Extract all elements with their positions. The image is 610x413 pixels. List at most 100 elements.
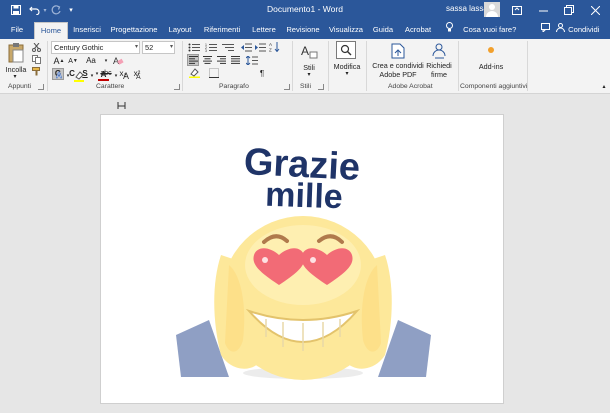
svg-text:A: A (136, 74, 141, 80)
chevron-down-icon: ▾ (169, 44, 173, 50)
mille-text: mille (265, 176, 344, 217)
tab-help[interactable]: Guida (371, 22, 395, 39)
editing-dropdown-icon[interactable]: ▾ (343, 70, 351, 79)
clipboard-dialog-launcher[interactable] (38, 84, 44, 90)
clear-formatting-icon[interactable]: A (112, 55, 124, 67)
request-signatures-icon[interactable] (431, 42, 447, 59)
share-label: Condividi (568, 25, 600, 34)
ribbon: Incolla ▾ Appunti Century Gothic ▾ 52 ▾ … (0, 39, 610, 94)
tab-file[interactable]: File (4, 22, 30, 39)
font-color-dropdown[interactable]: ▾ (110, 70, 122, 82)
shrink-font-button[interactable]: A▼ (67, 55, 79, 67)
tab-layout[interactable]: Layout (166, 22, 194, 39)
create-share-pdf-line1[interactable]: Crea e condividi (370, 61, 426, 70)
collapse-ribbon-icon[interactable]: ▴ (600, 83, 608, 92)
font-group-label: Carattere (96, 83, 125, 90)
svg-text:A: A (301, 44, 309, 58)
tab-home[interactable]: Home (34, 22, 68, 39)
adobe-acrobat-group-label: Adobe Acrobat (388, 83, 433, 90)
font-size-up-icon[interactable]: A (122, 70, 134, 82)
highlight-button[interactable] (72, 70, 86, 82)
font-color-button[interactable]: A (97, 69, 110, 81)
styles-dropdown-icon[interactable]: ▾ (305, 71, 313, 80)
font-size-down-icon[interactable]: A (134, 70, 146, 82)
user-avatar[interactable] (484, 2, 500, 17)
share-button[interactable]: Condividi (556, 22, 599, 38)
tab-references[interactable]: Riferimenti (199, 22, 245, 39)
borders-icon[interactable] (207, 67, 221, 79)
font-dialog-launcher[interactable] (174, 84, 180, 90)
increase-indent-icon[interactable] (254, 42, 266, 52)
title-bar: ▾ ▾ Documento1 - Word sassa lassa (0, 0, 610, 20)
tab-view[interactable]: Visualizza (326, 22, 366, 39)
add-ins-group-label: Componenti aggiuntivi (460, 83, 528, 90)
tell-me-search[interactable]: Cosa vuoi fare? (446, 22, 516, 38)
user-name[interactable]: sassa lassa (446, 4, 488, 13)
change-case-dropdown[interactable]: ▾ (100, 55, 112, 67)
decrease-indent-icon[interactable] (240, 42, 252, 52)
copy-icon[interactable] (31, 54, 41, 64)
styles-dialog-launcher[interactable] (318, 84, 324, 90)
sort-icon[interactable]: AZ (268, 42, 280, 52)
group-separator (292, 41, 293, 91)
styles-group-label: Stili (300, 83, 311, 90)
svg-text:A: A (269, 42, 272, 47)
clipboard-group-label: Appunti (8, 83, 32, 90)
grow-font-button[interactable]: A▲ (53, 55, 65, 67)
add-ins-label[interactable]: Add-ins (470, 62, 512, 71)
tab-acrobat[interactable]: Acrobat (402, 22, 434, 39)
group-separator (458, 41, 459, 91)
group-separator (328, 41, 329, 91)
shading-icon[interactable] (187, 67, 201, 79)
thank-you-image: Grazie mille (176, 141, 431, 380)
align-right-icon[interactable] (215, 54, 227, 66)
show-formatting-marks-button[interactable]: ¶ (258, 69, 266, 78)
bullets-icon[interactable] (187, 42, 201, 52)
group-separator (527, 41, 528, 91)
tab-review[interactable]: Revisione (284, 22, 322, 39)
font-size-combo[interactable]: 52 ▾ (142, 41, 175, 54)
svg-text:A: A (123, 71, 129, 80)
paragraph-dialog-launcher[interactable] (284, 84, 290, 90)
tab-design[interactable]: Progettazione (108, 22, 160, 39)
request-signatures-line1[interactable]: Richiedi (424, 61, 454, 70)
add-ins-icon[interactable] (486, 45, 496, 55)
chevron-down-icon: ▾ (134, 44, 138, 50)
numbering-icon[interactable]: 123 (204, 42, 218, 52)
paragraph-group-label: Paragrafo (219, 83, 249, 90)
tell-me-label: Cosa vuoi fare? (463, 25, 517, 34)
group-separator (366, 41, 367, 91)
change-case-button[interactable]: Aa (83, 55, 99, 67)
ribbon-display-options-icon[interactable] (504, 0, 530, 20)
styles-gallery-icon[interactable]: A (298, 43, 320, 61)
share-person-icon (556, 22, 566, 38)
align-center-icon[interactable] (201, 54, 213, 66)
cut-icon[interactable] (31, 42, 41, 52)
close-icon[interactable] (582, 0, 608, 20)
change-case-icon: Aa (86, 56, 96, 65)
font-name-combo[interactable]: Century Gothic ▾ (51, 41, 140, 54)
document-page[interactable]: Grazie mille (100, 114, 504, 404)
svg-text:Z: Z (269, 48, 272, 53)
tab-mailings[interactable]: Lettere (249, 22, 279, 39)
comments-icon[interactable] (541, 22, 550, 38)
justify-icon[interactable] (229, 54, 241, 66)
multilevel-list-icon[interactable] (221, 42, 235, 52)
request-signatures-line2[interactable]: firme (424, 70, 454, 79)
line-spacing-icon[interactable] (245, 54, 259, 66)
ribbon-tabs: File Home Inserisci Progettazione Layout… (0, 20, 610, 39)
create-share-pdf-line2[interactable]: Adobe PDF (370, 70, 426, 79)
tab-stop-selector-icon[interactable] (117, 101, 126, 112)
align-left-icon[interactable] (187, 54, 199, 66)
search-icon[interactable] (336, 41, 356, 59)
format-painter-icon[interactable] (31, 66, 41, 76)
paste-icon[interactable] (5, 41, 27, 65)
paste-dropdown-icon[interactable]: ▾ (10, 73, 20, 82)
lightbulb-icon (446, 22, 455, 38)
tab-insert[interactable]: Inserisci (71, 22, 103, 39)
group-separator (182, 41, 183, 91)
create-pdf-icon[interactable] (390, 42, 406, 59)
restore-icon[interactable] (556, 0, 582, 20)
font-name-value: Century Gothic (54, 43, 104, 52)
minimize-icon[interactable] (530, 0, 556, 20)
